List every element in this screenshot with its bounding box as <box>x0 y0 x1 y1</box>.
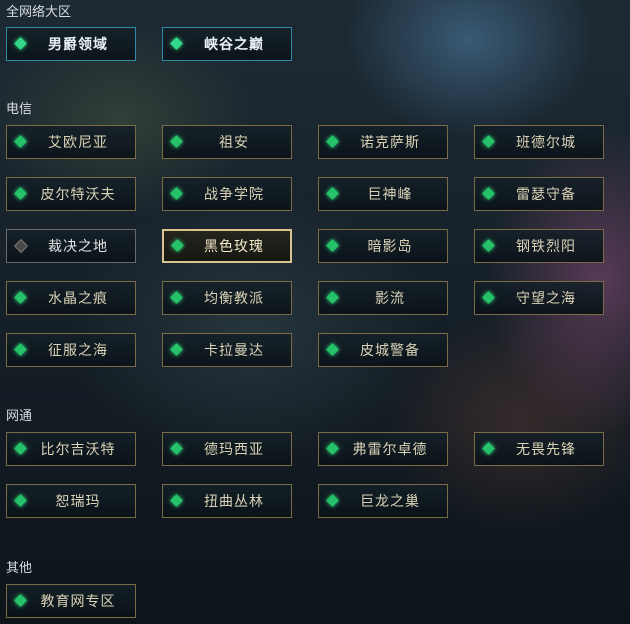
status-diamond-icon <box>170 343 183 356</box>
server-label: 影流 <box>375 291 405 307</box>
server-label: 暗影岛 <box>367 239 413 255</box>
server-label: 卡拉曼达 <box>204 343 264 359</box>
status-diamond-icon <box>14 494 27 507</box>
server-button-xiagu[interactable]: 峡谷之巅 <box>162 27 292 61</box>
status-diamond-icon <box>482 291 495 304</box>
server-button[interactable]: 祖安 <box>162 125 292 159</box>
status-diamond-icon <box>326 442 339 455</box>
server-button[interactable]: 巨神峰 <box>318 177 448 211</box>
server-label: 黑色玫瑰 <box>204 239 264 255</box>
status-diamond-icon <box>14 187 27 200</box>
server-label: 裁决之地 <box>48 239 108 255</box>
server-label: 教育网专区 <box>40 594 116 610</box>
server-label: 均衡教派 <box>204 291 264 307</box>
server-label: 祖安 <box>219 135 249 151</box>
status-diamond-icon <box>14 135 27 148</box>
server-label: 恕瑞玛 <box>55 494 101 510</box>
server-label: 比尔吉沃特 <box>40 442 116 458</box>
status-diamond-icon <box>171 239 184 252</box>
server-label: 弗雷尔卓德 <box>352 442 428 458</box>
server-button[interactable]: 影流 <box>318 281 448 315</box>
status-diamond-icon <box>482 187 495 200</box>
server-button[interactable]: 均衡教派 <box>162 281 292 315</box>
status-diamond-icon <box>326 494 339 507</box>
status-diamond-icon <box>170 442 183 455</box>
server-button-nanjue[interactable]: 男爵领域 <box>6 27 136 61</box>
server-label: 守望之海 <box>516 291 576 307</box>
status-diamond-icon <box>482 442 495 455</box>
server-button[interactable]: 战争学院 <box>162 177 292 211</box>
server-button[interactable]: 恕瑞玛 <box>6 484 136 518</box>
server-label: 皮尔特沃夫 <box>40 187 116 203</box>
status-diamond-icon <box>482 239 495 252</box>
status-diamond-icon <box>170 291 183 304</box>
status-diamond-icon <box>170 135 183 148</box>
section-title-other: 其他 <box>6 561 33 576</box>
server-label: 巨神峰 <box>367 187 413 203</box>
section-title-all-network: 全网络大区 <box>6 5 72 20</box>
status-diamond-icon <box>14 343 27 356</box>
server-button[interactable]: 暗影岛 <box>318 229 448 263</box>
server-button[interactable]: 比尔吉沃特 <box>6 432 136 466</box>
server-button[interactable]: 雷瑟守备 <box>474 177 604 211</box>
status-diamond-icon <box>326 187 339 200</box>
status-diamond-icon <box>14 37 27 50</box>
server-button[interactable]: 巨龙之巢 <box>318 484 448 518</box>
status-diamond-icon <box>326 343 339 356</box>
server-button[interactable]: 卡拉曼达 <box>162 333 292 367</box>
status-diamond-icon <box>326 239 339 252</box>
section-title-telecom: 电信 <box>6 102 33 117</box>
server-label: 钢铁烈阳 <box>516 239 576 255</box>
server-button[interactable]: 水晶之痕 <box>6 281 136 315</box>
server-button-selected[interactable]: 黑色玫瑰 <box>162 229 292 263</box>
server-button[interactable]: 皮城警备 <box>318 333 448 367</box>
server-button[interactable]: 教育网专区 <box>6 584 136 618</box>
server-button[interactable]: 弗雷尔卓德 <box>318 432 448 466</box>
server-label: 扭曲丛林 <box>204 494 264 510</box>
server-label: 无畏先锋 <box>516 442 576 458</box>
status-diamond-icon <box>13 238 29 254</box>
server-button[interactable]: 诺克萨斯 <box>318 125 448 159</box>
server-button[interactable]: 德玛西亚 <box>162 432 292 466</box>
status-diamond-icon <box>482 135 495 148</box>
server-button[interactable]: 皮尔特沃夫 <box>6 177 136 211</box>
server-label: 战争学院 <box>204 187 264 203</box>
server-label: 征服之海 <box>48 343 108 359</box>
server-label: 水晶之痕 <box>48 291 108 307</box>
server-button[interactable]: 无畏先锋 <box>474 432 604 466</box>
status-diamond-icon <box>14 442 27 455</box>
status-diamond-icon <box>14 594 27 607</box>
server-label: 男爵领域 <box>48 37 108 53</box>
server-label: 皮城警备 <box>360 343 420 359</box>
server-label: 雷瑟守备 <box>516 187 576 203</box>
server-label: 班德尔城 <box>516 135 576 151</box>
status-diamond-icon <box>170 494 183 507</box>
server-label: 巨龙之巢 <box>360 494 420 510</box>
status-diamond-icon <box>326 291 339 304</box>
server-label: 峡谷之巅 <box>204 37 264 53</box>
server-button[interactable]: 扭曲丛林 <box>162 484 292 518</box>
server-button[interactable]: 钢铁烈阳 <box>474 229 604 263</box>
server-label: 诺克萨斯 <box>360 135 420 151</box>
server-button[interactable]: 裁决之地 <box>6 229 136 263</box>
status-diamond-icon <box>170 187 183 200</box>
section-title-netcom: 网通 <box>6 409 33 424</box>
server-button[interactable]: 艾欧尼亚 <box>6 125 136 159</box>
server-label: 德玛西亚 <box>204 442 264 458</box>
server-label: 艾欧尼亚 <box>48 135 108 151</box>
status-diamond-icon <box>326 135 339 148</box>
server-button[interactable]: 守望之海 <box>474 281 604 315</box>
server-button[interactable]: 班德尔城 <box>474 125 604 159</box>
status-diamond-icon <box>14 291 27 304</box>
status-diamond-icon <box>170 37 183 50</box>
server-button[interactable]: 征服之海 <box>6 333 136 367</box>
